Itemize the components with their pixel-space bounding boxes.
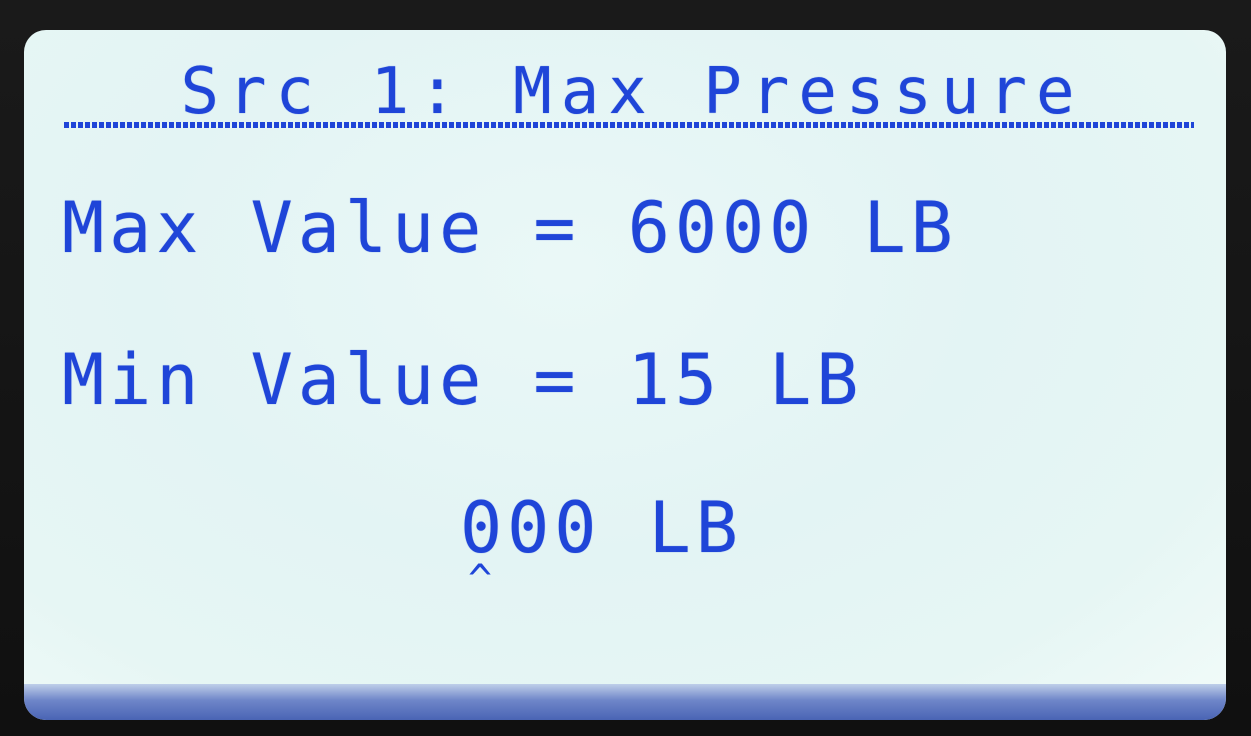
lcd-screen: Src 1: Max Pressure Max Value = 6000 LB … — [24, 30, 1226, 720]
edit-value-field[interactable]: 000 LB — [460, 488, 743, 568]
min-value-line: Min Value = 15 LB — [62, 339, 864, 421]
title-underline — [64, 122, 1194, 128]
max-value-line: Max Value = 6000 LB — [62, 187, 958, 269]
cursor-caret-icon: ^ — [468, 557, 493, 603]
screen-title: Src 1: Max Pressure — [180, 55, 1084, 129]
